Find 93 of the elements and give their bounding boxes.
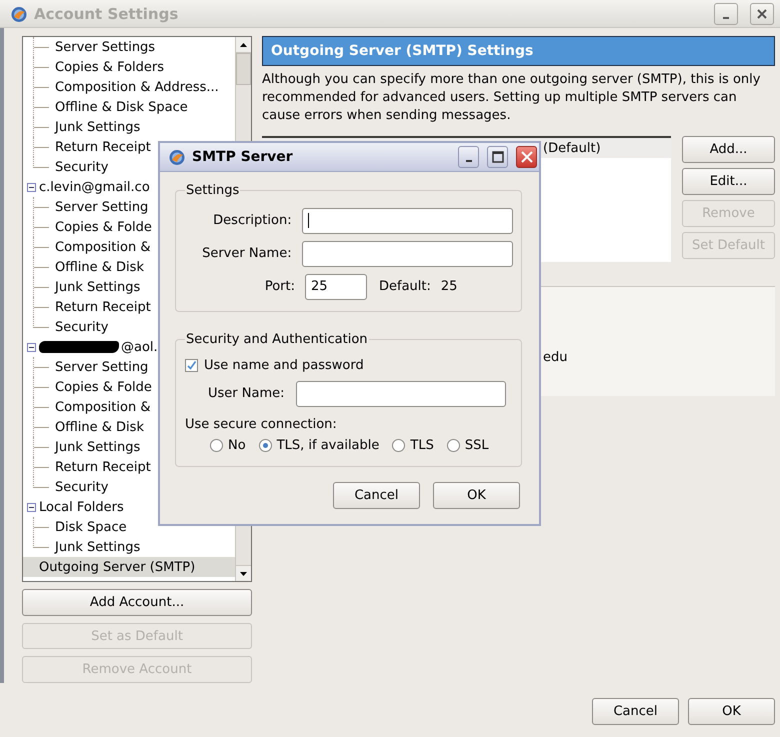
tree-item-label: Composition & Address... bbox=[55, 80, 219, 94]
button[interactable]: OK bbox=[433, 482, 520, 509]
collapse-icon[interactable] bbox=[27, 182, 36, 192]
field-label: Port: bbox=[264, 279, 296, 294]
tree-item[interactable]: Junk Settings bbox=[23, 117, 235, 137]
tree-item[interactable]: Outgoing Server (SMTP) bbox=[23, 557, 235, 577]
button[interactable]: Add... bbox=[682, 136, 775, 163]
port-field[interactable]: 25 bbox=[305, 274, 367, 300]
button[interactable]: Edit... bbox=[682, 168, 775, 195]
tree-item-label: Offline & Disk bbox=[55, 420, 144, 434]
tree-item-label: Junk Settings bbox=[55, 440, 140, 454]
tree-item-label: Server Setting bbox=[55, 360, 148, 374]
collapse-icon[interactable] bbox=[27, 502, 36, 512]
tree-item-label: Security bbox=[55, 320, 108, 334]
minimize-button[interactable] bbox=[714, 2, 738, 24]
radio-button[interactable] bbox=[446, 438, 460, 452]
tree-item-label: Junk Settings bbox=[55, 540, 140, 554]
tree-item[interactable]: Security bbox=[23, 477, 235, 497]
tree-item[interactable]: Return Receipt bbox=[23, 457, 235, 477]
tree-item[interactable]: Junk Settings bbox=[23, 537, 235, 557]
radio-label[interactable]: TLS bbox=[410, 438, 434, 452]
checkbox-label[interactable]: Use name and password bbox=[204, 358, 364, 372]
description-text: Although you can specify more than one outgoing server (SMTP), this is only recommended for advanced users. Setting up multiple SMTP servers can cause errors when sending messages. bbox=[262, 71, 762, 125]
group-label: Security and Authentication bbox=[185, 332, 369, 347]
description-field[interactable] bbox=[302, 208, 513, 234]
radio-label[interactable]: SSL bbox=[464, 438, 489, 452]
panel-title: Outgoing Server (SMTP) Settings bbox=[262, 36, 775, 66]
down-arrow-icon bbox=[240, 572, 247, 576]
tree-item-label: Copies & Folde bbox=[55, 380, 152, 394]
tree-item-label: Offline & Disk Space bbox=[55, 100, 188, 114]
tree-item-label: Local Folders bbox=[39, 500, 124, 514]
radio-label[interactable]: No bbox=[228, 438, 246, 452]
button[interactable]: Add Account... bbox=[22, 589, 252, 616]
tree-item-label: Composition & bbox=[55, 240, 150, 254]
minimize-icon bbox=[723, 16, 729, 18]
tree-item[interactable]: Offline & Disk Space bbox=[23, 97, 235, 117]
maximize-icon bbox=[492, 151, 504, 163]
tree-item[interactable]: Server Settings bbox=[23, 37, 235, 57]
tree-item-label: Disk Space bbox=[55, 520, 127, 534]
tree-item-label: Server Settings bbox=[55, 40, 156, 54]
tree-item-label: Composition & bbox=[55, 400, 150, 414]
field-label: Description: bbox=[212, 213, 293, 228]
radio-label[interactable]: TLS, if available bbox=[276, 438, 380, 452]
tree-item-label: Security bbox=[55, 160, 108, 174]
tree-item-label: Outgoing Server (SMTP) bbox=[39, 560, 196, 574]
button[interactable]: OK bbox=[688, 698, 775, 725]
tree-item-label: Junk Settings bbox=[55, 120, 140, 134]
tree-item-label: Security bbox=[55, 480, 108, 494]
window-title: Account Settings bbox=[34, 4, 180, 22]
minimize-icon bbox=[466, 160, 472, 162]
server-name-field[interactable] bbox=[302, 240, 513, 266]
server-detail-text: edu bbox=[543, 350, 568, 365]
group-label: Settings bbox=[185, 183, 240, 198]
close-icon bbox=[757, 8, 767, 18]
button[interactable]: Cancel bbox=[333, 482, 420, 509]
tree-item-label: Junk Settings bbox=[55, 280, 140, 294]
up-arrow-icon bbox=[240, 42, 247, 46]
app-icon bbox=[168, 148, 186, 166]
tree-item-label: Return Receipt bbox=[55, 300, 151, 314]
dialog-title: SMTP Server bbox=[192, 149, 294, 165]
tree-item-label: Copies & Folders bbox=[55, 60, 164, 74]
close-button[interactable] bbox=[750, 2, 774, 24]
tree-item[interactable]: Return Receipt bbox=[23, 297, 235, 317]
connection-label: Use secure connection: bbox=[185, 417, 338, 432]
tree-item-label: Copies & Folde bbox=[55, 220, 152, 234]
scroll-up-button[interactable] bbox=[236, 37, 251, 53]
radio-button[interactable] bbox=[210, 438, 223, 452]
default-label: Default: bbox=[379, 279, 431, 294]
collapse-icon[interactable] bbox=[27, 342, 36, 352]
tree-item-label: Offline & Disk bbox=[55, 260, 144, 274]
radio-button[interactable] bbox=[258, 438, 272, 452]
tree-item-label: c.levin@gmail.co bbox=[39, 180, 150, 194]
minimize-button[interactable] bbox=[458, 146, 479, 168]
tree-item[interactable]: Local Folders bbox=[23, 497, 235, 517]
tree-item[interactable]: Junk Settings bbox=[23, 277, 235, 297]
close-button[interactable] bbox=[516, 146, 537, 168]
tree-item-label: Server Setting bbox=[55, 200, 148, 214]
tree-item-label: @aol. bbox=[121, 340, 158, 354]
maximize-button[interactable] bbox=[487, 146, 508, 168]
button[interactable]: Cancel bbox=[592, 698, 679, 725]
scroll-down-button[interactable] bbox=[236, 565, 251, 582]
tree-item-label: Return Receipt bbox=[55, 140, 151, 154]
tree-item[interactable]: Disk Space bbox=[23, 517, 235, 537]
app-icon bbox=[10, 4, 28, 22]
radio-button[interactable] bbox=[392, 438, 406, 452]
checkbox[interactable] bbox=[185, 358, 198, 372]
tree-item-label: Return Receipt bbox=[55, 460, 151, 474]
close-icon bbox=[520, 151, 532, 163]
default-port: 25 bbox=[440, 279, 458, 294]
tree-item[interactable]: Copies & Folders bbox=[23, 57, 235, 77]
user-name-field[interactable] bbox=[296, 380, 506, 406]
scrollbar-thumb[interactable] bbox=[236, 53, 251, 85]
tree-item[interactable]: Composition & Address... bbox=[23, 77, 235, 97]
